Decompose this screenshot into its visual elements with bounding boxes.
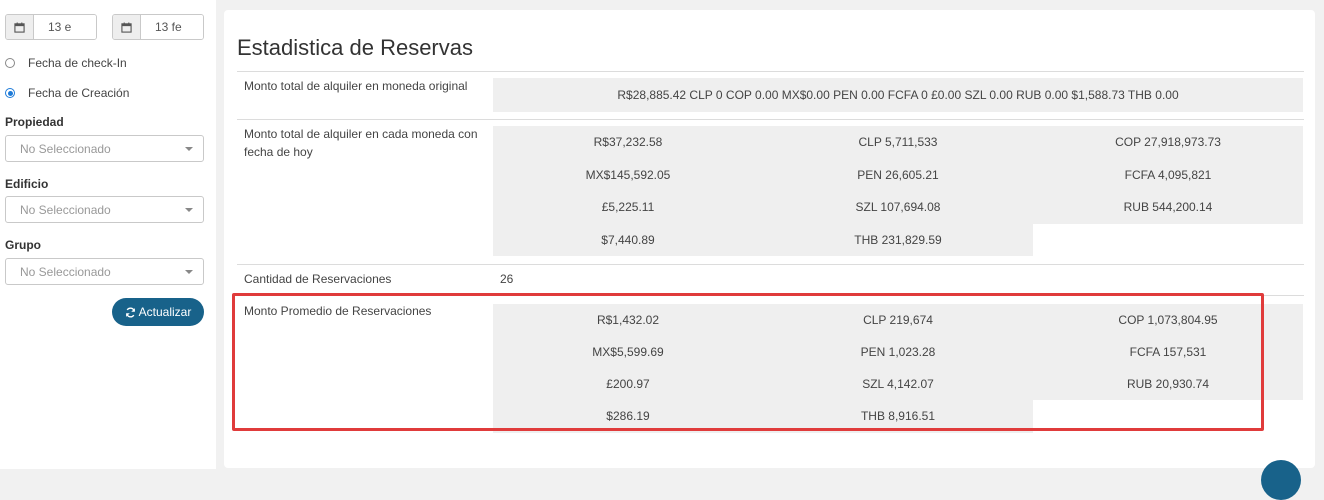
reservation-count-value: 26: [500, 272, 514, 286]
floating-action-button[interactable]: [1261, 460, 1301, 500]
update-button[interactable]: Actualizar: [112, 298, 204, 326]
currency-value: £5,225.11: [601, 200, 655, 215]
currency-value: COP 27,918,973.73: [1115, 135, 1221, 149]
currency-value: CLP 5,711,533: [858, 135, 938, 149]
currency-value: MX$5,599.69: [592, 345, 664, 359]
filter-sidebar: Fecha de check-In Fecha de Creación Prop…: [0, 0, 216, 469]
radio-creation-label: Fecha de Creación: [28, 86, 130, 100]
radio-circle[interactable]: [5, 58, 15, 68]
currency-value: $286.19: [606, 409, 650, 423]
divider: [237, 264, 1304, 265]
building-select[interactable]: No Seleccionado: [5, 196, 204, 223]
start-date-picker[interactable]: [5, 14, 97, 40]
page-title: Estadistica de Reservas: [237, 35, 473, 60]
radio-circle-selected[interactable]: [5, 88, 15, 98]
start-date-input[interactable]: [34, 15, 96, 39]
currency-value: R$1,432.02: [596, 313, 660, 327]
end-date-input[interactable]: [141, 15, 203, 39]
currency-value: COP 1,073,804.95: [1118, 313, 1218, 327]
chevron-down-icon: [185, 208, 193, 212]
end-date-picker[interactable]: [112, 14, 204, 40]
currency-value: THB 231,829.59: [854, 233, 942, 248]
currency-value: PEN 26,605.21: [857, 167, 939, 182]
radio-checkin-date[interactable]: Fecha de check-In: [5, 56, 127, 70]
currency-value: SZL 4,142.07: [862, 377, 934, 391]
currency-value: FCFA 157,531: [1129, 345, 1207, 359]
today-total-label: Monto total de alquiler en cada moneda c…: [244, 127, 478, 159]
currency-value: THB 8,916.51: [860, 409, 936, 423]
calendar-icon[interactable]: [113, 15, 141, 39]
original-total-value: R$28,885.42 CLP 0 COP 0.00 MX$0.00 PEN 0…: [617, 88, 1179, 102]
property-select-value: No Seleccionado: [20, 141, 111, 156]
divider: [237, 295, 1304, 296]
currency-value: SZL 107,694.08: [855, 200, 941, 215]
original-total-label: Monto total de alquiler en moneda origin…: [244, 79, 468, 93]
calendar-icon[interactable]: [6, 15, 34, 39]
update-button-label: Actualizar: [138, 305, 192, 319]
currency-value: MX$145,592.05: [585, 167, 671, 182]
building-select-value: No Seleccionado: [20, 202, 111, 217]
average-amount-label: Monto Promedio de Reservaciones: [244, 304, 432, 318]
property-select[interactable]: No Seleccionado: [5, 135, 204, 162]
currency-value: PEN 1,023.28: [860, 345, 936, 359]
currency-value: RUB 544,200.14: [1123, 200, 1213, 215]
group-label: Grupo: [5, 238, 41, 252]
property-label: Propiedad: [5, 115, 64, 129]
divider: [237, 119, 1304, 120]
radio-creation-date[interactable]: Fecha de Creación: [5, 86, 129, 100]
reservation-count-label: Cantidad de Reservaciones: [244, 272, 392, 286]
currency-value: $7,440.89: [601, 233, 655, 248]
currency-value: RUB 20,930.74: [1126, 377, 1210, 391]
radio-checkin-label: Fecha de check-In: [28, 56, 127, 70]
currency-value: CLP 219,674: [863, 313, 933, 327]
group-select[interactable]: No Seleccionado: [5, 258, 204, 285]
currency-value: R$37,232.58: [593, 135, 663, 149]
stats-panel: Estadistica de Reservas Monto total de a…: [224, 10, 1315, 468]
currency-value: £200.97: [606, 377, 650, 391]
chevron-down-icon: [185, 270, 193, 274]
group-select-value: No Seleccionado: [20, 264, 111, 279]
building-label: Edificio: [5, 177, 49, 191]
divider: [237, 71, 1304, 72]
page-scrollbar[interactable]: [1317, 0, 1324, 469]
currency-value: FCFA 4,095,821: [1124, 167, 1212, 182]
refresh-icon: [125, 307, 135, 317]
chevron-down-icon: [185, 147, 193, 151]
